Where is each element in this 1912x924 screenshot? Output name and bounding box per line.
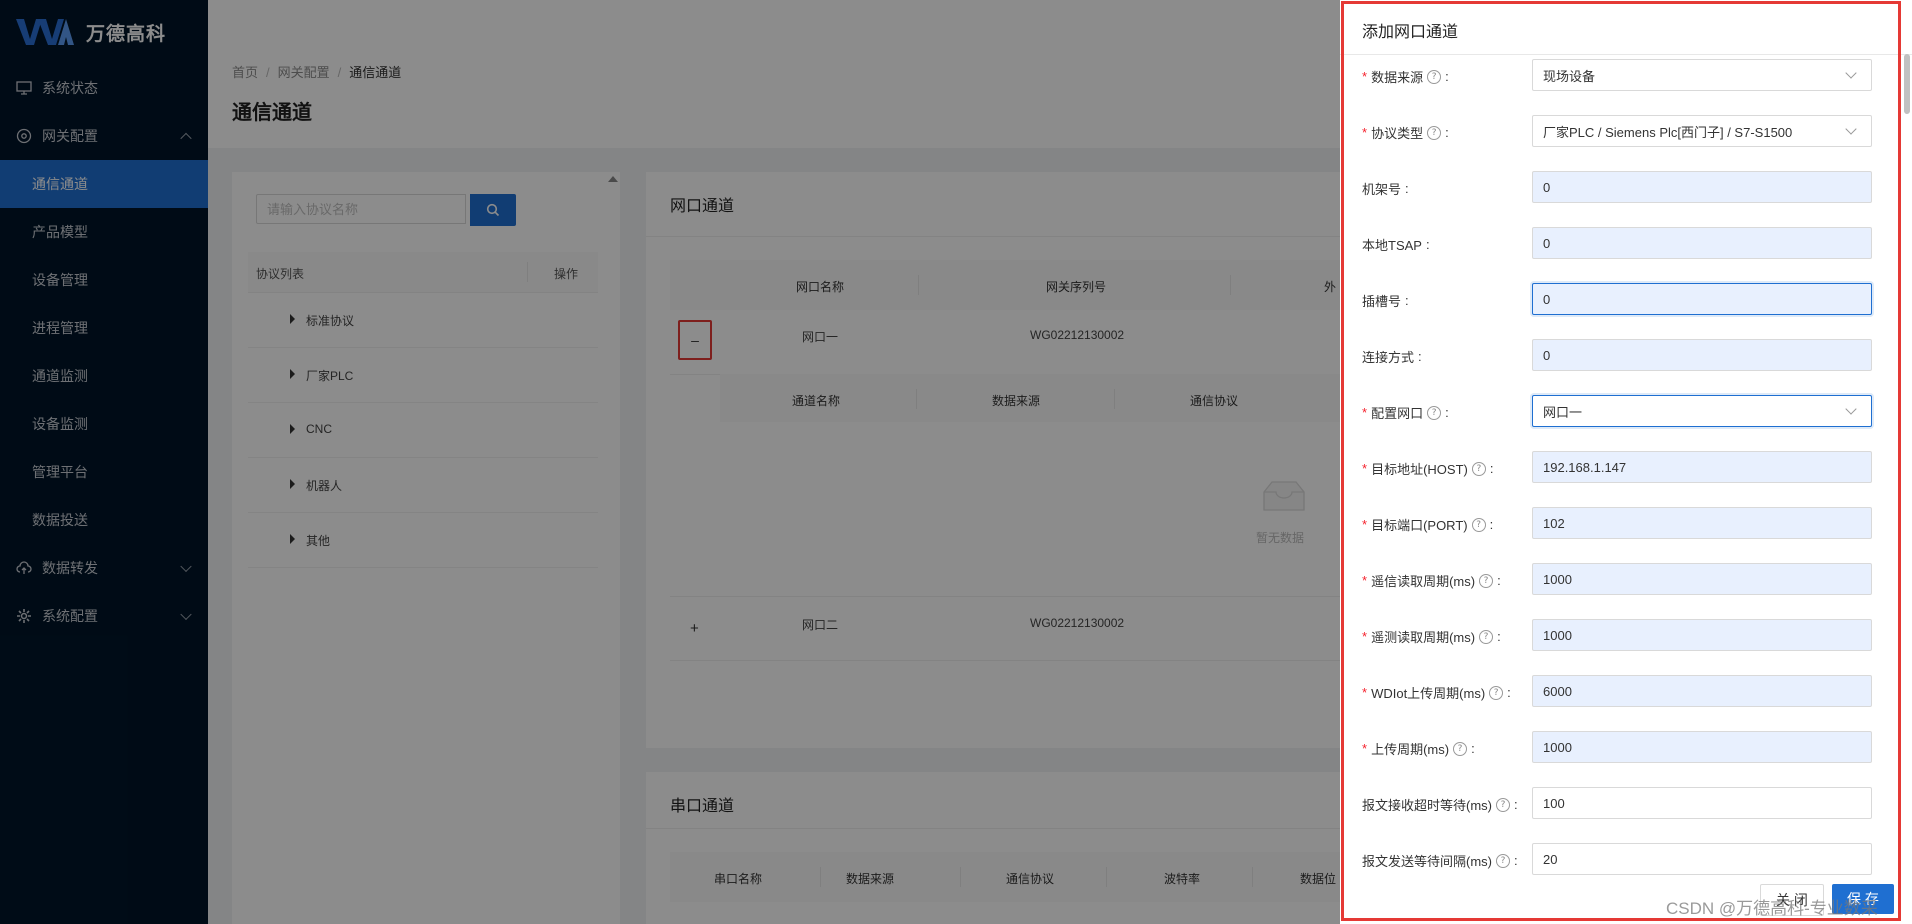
form-row-target-host: * 目标地址(HOST)?: <box>1340 451 1900 485</box>
telemetry-period-input[interactable] <box>1532 619 1872 651</box>
field-label: 报文发送等待间隔(ms)?: <box>1362 853 1518 869</box>
field-label: * WDIot上传周期(ms)?: <box>1362 685 1511 701</box>
form-row-config-port: * 配置网口?: 网口一 <box>1340 395 1900 429</box>
help-icon[interactable]: ? <box>1427 125 1442 140</box>
field-label: 本地TSAP: <box>1362 237 1430 253</box>
form-row-wdiot-upload-period: * WDIot上传周期(ms)?: <box>1340 675 1900 709</box>
drawer-title: 添加网口通道 <box>1362 24 1459 41</box>
chevron-down-icon <box>1845 403 1857 415</box>
chevron-down-icon <box>1845 123 1857 135</box>
drawer-scrollbar[interactable] <box>1904 54 1910 114</box>
field-label: * 协议类型?: <box>1362 125 1449 141</box>
field-label: * 目标地址(HOST)?: <box>1362 461 1494 477</box>
protocol-type-select[interactable]: 厂家PLC / Siemens Plc[西门子] / S7-S1500 <box>1532 115 1872 147</box>
form-row-upload-period: * 上传周期(ms)?: <box>1340 731 1900 765</box>
target-port-input[interactable] <box>1532 507 1872 539</box>
form-row-target-port: * 目标端口(PORT)?: <box>1340 507 1900 541</box>
form-row-data-source: * 数据来源?: 现场设备 <box>1340 59 1900 93</box>
help-icon[interactable]: ? <box>1479 629 1494 644</box>
field-label: 机架号: <box>1362 181 1409 197</box>
receive-timeout-input[interactable] <box>1532 787 1872 819</box>
field-label: 连接方式: <box>1362 349 1422 365</box>
help-icon[interactable]: ? <box>1427 405 1442 420</box>
field-label: * 数据来源?: <box>1362 69 1449 85</box>
form-row-protocol-type: * 协议类型?: 厂家PLC / Siemens Plc[西门子] / S7-S1… <box>1340 115 1900 149</box>
wdiot-upload-period-input[interactable] <box>1532 675 1872 707</box>
telesignal-period-input[interactable] <box>1532 563 1872 595</box>
field-label: 报文接收超时等待(ms)?: <box>1362 797 1518 813</box>
help-icon[interactable]: ? <box>1471 517 1486 532</box>
field-label: 插槽号: <box>1362 293 1409 309</box>
rack-number-input[interactable] <box>1532 171 1872 203</box>
help-icon[interactable]: ? <box>1489 685 1504 700</box>
form-row-send-interval: 报文发送等待间隔(ms)?: <box>1340 843 1900 877</box>
help-icon[interactable]: ? <box>1496 853 1510 868</box>
help-icon[interactable]: ? <box>1471 461 1486 476</box>
form-row-slot: 插槽号: <box>1340 283 1900 317</box>
form-row-rack: 机架号: <box>1340 171 1900 205</box>
field-label: * 目标端口(PORT)?: <box>1362 517 1494 533</box>
data-source-select[interactable]: 现场设备 <box>1532 59 1872 91</box>
field-label: * 遥测读取周期(ms)?: <box>1362 629 1501 645</box>
upload-period-input[interactable] <box>1532 731 1872 763</box>
chevron-down-icon <box>1845 67 1857 79</box>
config-port-select[interactable]: 网口一 <box>1532 395 1872 427</box>
help-icon[interactable]: ? <box>1496 797 1510 812</box>
form-row-connection-mode: 连接方式: <box>1340 339 1900 373</box>
local-tsap-input[interactable] <box>1532 227 1872 259</box>
field-label: * 遥信读取周期(ms)?: <box>1362 573 1501 589</box>
field-label: * 上传周期(ms)?: <box>1362 741 1475 757</box>
form-row-telesignal-period: * 遥信读取周期(ms)?: <box>1340 563 1900 597</box>
watermark: CSDN @万德高科-专业数采 <box>1666 899 1878 918</box>
help-icon[interactable]: ? <box>1453 741 1468 756</box>
connection-mode-input[interactable] <box>1532 339 1872 371</box>
field-label: * 配置网口?: <box>1362 405 1449 421</box>
help-icon[interactable]: ? <box>1479 573 1494 588</box>
target-host-input[interactable] <box>1532 451 1872 483</box>
form-row-receive-timeout: 报文接收超时等待(ms)?: <box>1340 787 1900 821</box>
form-row-local-tsap: 本地TSAP: <box>1340 227 1900 261</box>
help-icon[interactable]: ? <box>1427 69 1442 84</box>
slot-number-input[interactable] <box>1532 283 1872 315</box>
form-row-telemetry-period: * 遥测读取周期(ms)?: <box>1340 619 1900 653</box>
add-network-channel-drawer: 添加网口通道 * 数据来源?: 现场设备 * 协议类型?: 厂家PLC / Siem… <box>1340 0 1912 924</box>
send-interval-input[interactable] <box>1532 843 1872 875</box>
